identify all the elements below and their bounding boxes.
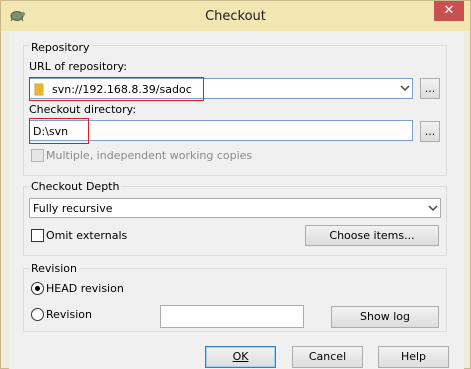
ok-button[interactable]: OK — [205, 346, 276, 368]
url-label: URL of repository: — [29, 60, 127, 73]
revision-group-label: Revision — [29, 262, 79, 275]
url-browse-button[interactable]: ... — [420, 78, 440, 99]
head-revision-label: HEAD revision — [46, 282, 124, 295]
close-icon: ✕ — [443, 3, 455, 18]
head-revision-radio[interactable] — [31, 282, 44, 295]
radio-selected-dot — [35, 286, 40, 291]
checkout-dialog: Checkout ✕ Repository URL of repository:… — [0, 0, 471, 369]
depth-selected-value: Fully recursive — [33, 202, 113, 215]
help-button[interactable]: Help — [378, 346, 449, 368]
depth-select[interactable]: Fully recursive — [29, 198, 441, 218]
cancel-button[interactable]: Cancel — [292, 346, 363, 368]
dialog-body: Repository URL of repository: svn://192.… — [9, 31, 464, 369]
multiple-copies-checkbox[interactable] — [31, 149, 44, 162]
revision-radio[interactable] — [31, 308, 44, 321]
url-highlight-box — [29, 77, 204, 101]
directory-label: Checkout directory: — [29, 103, 137, 116]
depth-group-label: Checkout Depth — [29, 180, 122, 193]
repository-group-label: Repository — [29, 41, 92, 54]
revision-label: Revision — [46, 308, 92, 321]
window-title: Checkout — [205, 9, 266, 24]
close-button[interactable]: ✕ — [434, 1, 464, 21]
show-log-button[interactable]: Show log — [331, 306, 439, 328]
directory-browse-button[interactable]: ... — [420, 121, 440, 142]
directory-highlight-box — [29, 118, 89, 144]
multiple-copies-label: Multiple, independent working copies — [46, 149, 253, 162]
omit-externals-label: Omit externals — [46, 229, 128, 242]
chevron-down-icon[interactable] — [400, 83, 410, 93]
chevron-down-icon[interactable] — [428, 203, 438, 213]
title-bar: Checkout ✕ — [1, 1, 470, 31]
choose-items-button[interactable]: Choose items... — [305, 225, 439, 246]
ok-button-label: OK — [232, 350, 249, 363]
omit-externals-checkbox[interactable] — [31, 229, 44, 242]
revision-input[interactable] — [160, 305, 304, 328]
